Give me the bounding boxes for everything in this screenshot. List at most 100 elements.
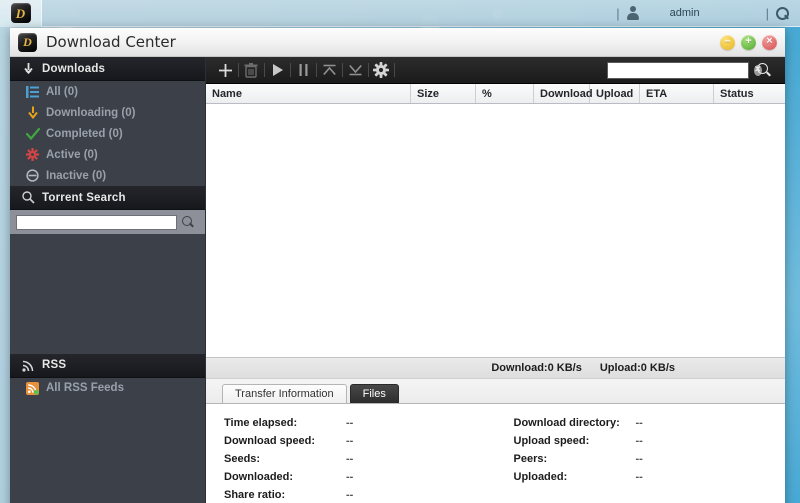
taskbar-right-group: | admin | bbox=[610, 0, 800, 27]
column-header-size[interactable]: Size bbox=[411, 84, 476, 103]
torrent-search-input[interactable] bbox=[16, 214, 177, 230]
sidebar-item-all[interactable]: All (0) bbox=[10, 81, 205, 102]
detail-row-peers: Peers: -- bbox=[514, 450, 786, 468]
detail-label-uploaded: Uploaded: bbox=[513, 471, 568, 483]
gear-icon[interactable] bbox=[368, 59, 395, 81]
sidebar-item-downloading[interactable]: Downloading (0) bbox=[10, 102, 205, 123]
window-body: Downloads All (0) Downloading (0) Comple… bbox=[10, 57, 785, 503]
detail-row-upload-speed: Upload speed: -- bbox=[514, 432, 786, 450]
window-title: Download Center bbox=[46, 33, 176, 51]
download-center-window: D Download Center – + × Downloads All (0… bbox=[10, 28, 785, 503]
pause-task-button[interactable] bbox=[290, 59, 317, 81]
user-icon[interactable] bbox=[626, 6, 640, 20]
rss-icon bbox=[20, 359, 36, 372]
detail-value-download-directory: -- bbox=[635, 417, 643, 429]
task-list-body[interactable] bbox=[206, 104, 785, 357]
detail-tabs: Transfer Information Files bbox=[206, 379, 785, 404]
column-header-name[interactable]: Name bbox=[206, 84, 411, 103]
sidebar-spacer-upper bbox=[10, 234, 205, 354]
detail-value-upload-speed: -- bbox=[635, 435, 643, 447]
sidebar-section-torrent-search-header[interactable]: Torrent Search bbox=[10, 186, 205, 210]
sidebar-item-all-rss-feeds-label: All RSS Feeds bbox=[46, 382, 124, 394]
detail-row-time-elapsed: Time elapsed: -- bbox=[224, 414, 496, 432]
rss-feed-icon bbox=[24, 381, 41, 395]
download-arrow-icon bbox=[20, 62, 36, 75]
column-header-eta[interactable]: ETA bbox=[640, 84, 714, 103]
column-header-percent[interactable]: % bbox=[476, 84, 534, 103]
task-toolbar: ✕ bbox=[206, 57, 785, 84]
sidebar: Downloads All (0) Downloading (0) Comple… bbox=[10, 57, 206, 503]
taskbar-separator-left: | bbox=[616, 5, 620, 21]
search-icon bbox=[20, 191, 36, 204]
move-to-bottom-button[interactable] bbox=[342, 59, 369, 81]
move-to-top-button[interactable] bbox=[316, 59, 343, 81]
search-icon bbox=[757, 63, 771, 77]
task-list-header: Name Size % Download Upload ETA Status bbox=[206, 84, 785, 104]
torrent-search-bar bbox=[10, 210, 205, 234]
ds-logo-icon: D bbox=[10, 3, 31, 23]
maximize-glyph: + bbox=[745, 35, 752, 47]
search-icon bbox=[181, 215, 195, 229]
resume-task-button[interactable] bbox=[264, 59, 291, 81]
search-icon[interactable] bbox=[775, 6, 790, 21]
window-titlebar[interactable]: D Download Center – + × bbox=[10, 28, 785, 57]
detail-label-peers: Peers: bbox=[513, 453, 548, 465]
sidebar-downloads-title: Downloads bbox=[42, 62, 106, 75]
sidebar-torrent-search-title: Torrent Search bbox=[42, 191, 126, 204]
download-arrow-icon bbox=[24, 106, 41, 119]
sidebar-section-downloads-header[interactable]: Downloads bbox=[10, 57, 205, 81]
window-controls: – + × bbox=[720, 34, 777, 50]
minimize-button[interactable]: – bbox=[720, 34, 735, 50]
column-header-status[interactable]: Status bbox=[714, 84, 785, 103]
taskbar-username[interactable]: admin bbox=[640, 7, 760, 19]
task-search-input[interactable] bbox=[612, 63, 754, 77]
detail-row-seeds: Seeds: -- bbox=[224, 450, 496, 468]
detail-row-uploaded: Uploaded: -- bbox=[514, 468, 786, 486]
detail-value-time-elapsed: -- bbox=[346, 417, 354, 429]
maximize-button[interactable]: + bbox=[741, 34, 756, 50]
torrent-search-button[interactable] bbox=[177, 215, 199, 229]
sidebar-item-completed[interactable]: Completed (0) bbox=[10, 123, 205, 144]
sidebar-item-all-label: All (0) bbox=[46, 85, 78, 98]
task-search-button[interactable] bbox=[749, 63, 779, 77]
tab-transfer-information[interactable]: Transfer Information bbox=[222, 384, 347, 403]
check-icon bbox=[24, 127, 41, 140]
sidebar-spacer-lower bbox=[10, 398, 205, 503]
detail-row-share-ratio: Share ratio: -- bbox=[224, 486, 496, 503]
sidebar-item-inactive-label: Inactive (0) bbox=[46, 169, 107, 182]
detail-info-grid: Time elapsed: -- Download speed: -- Seed… bbox=[206, 404, 785, 503]
task-search-box[interactable]: ✕ bbox=[607, 61, 762, 79]
active-gear-icon bbox=[24, 148, 41, 161]
column-header-download[interactable]: Download bbox=[534, 84, 593, 103]
detail-label-download-directory: Download directory: bbox=[513, 417, 620, 429]
delete-task-button[interactable] bbox=[238, 59, 265, 81]
close-glyph: × bbox=[766, 35, 773, 47]
detail-row-download-directory: Download directory: -- bbox=[514, 414, 786, 432]
detail-label-share-ratio: Share ratio: bbox=[224, 489, 286, 501]
detail-pane: Transfer Information Files Time elapsed:… bbox=[206, 378, 785, 503]
upload-speed-status: Upload:0 KB/s bbox=[599, 362, 675, 374]
detail-label-download-speed: Download speed: bbox=[224, 435, 316, 447]
transfer-status-bar: Download:0 KB/s Upload:0 KB/s bbox=[206, 357, 785, 378]
detail-label-time-elapsed: Time elapsed: bbox=[224, 417, 298, 429]
download-speed-status: Download:0 KB/s bbox=[491, 362, 582, 374]
ds-logo-icon: D bbox=[18, 32, 37, 52]
close-button[interactable]: × bbox=[762, 34, 777, 50]
sidebar-item-inactive[interactable]: Inactive (0) bbox=[10, 165, 205, 186]
detail-label-upload-speed: Upload speed: bbox=[513, 435, 590, 447]
sidebar-section-rss-header[interactable]: RSS bbox=[10, 353, 205, 378]
detail-value-share-ratio: -- bbox=[346, 489, 354, 501]
minimize-glyph: – bbox=[724, 35, 731, 47]
column-header-upload[interactable]: Upload bbox=[590, 84, 640, 103]
tab-files[interactable]: Files bbox=[349, 384, 399, 403]
taskbar-app-tab[interactable]: D bbox=[0, 0, 42, 27]
detail-value-uploaded: -- bbox=[635, 471, 643, 483]
detail-value-download-speed: -- bbox=[346, 435, 354, 447]
detail-row-download-speed: Download speed: -- bbox=[224, 432, 496, 450]
detail-value-peers: -- bbox=[635, 453, 643, 465]
sidebar-item-active[interactable]: Active (0) bbox=[10, 144, 205, 165]
add-task-button[interactable] bbox=[212, 59, 239, 81]
taskbar-separator-right: | bbox=[765, 5, 769, 21]
detail-value-downloaded: -- bbox=[346, 471, 354, 483]
sidebar-item-all-rss-feeds[interactable]: All RSS Feeds bbox=[10, 378, 205, 399]
